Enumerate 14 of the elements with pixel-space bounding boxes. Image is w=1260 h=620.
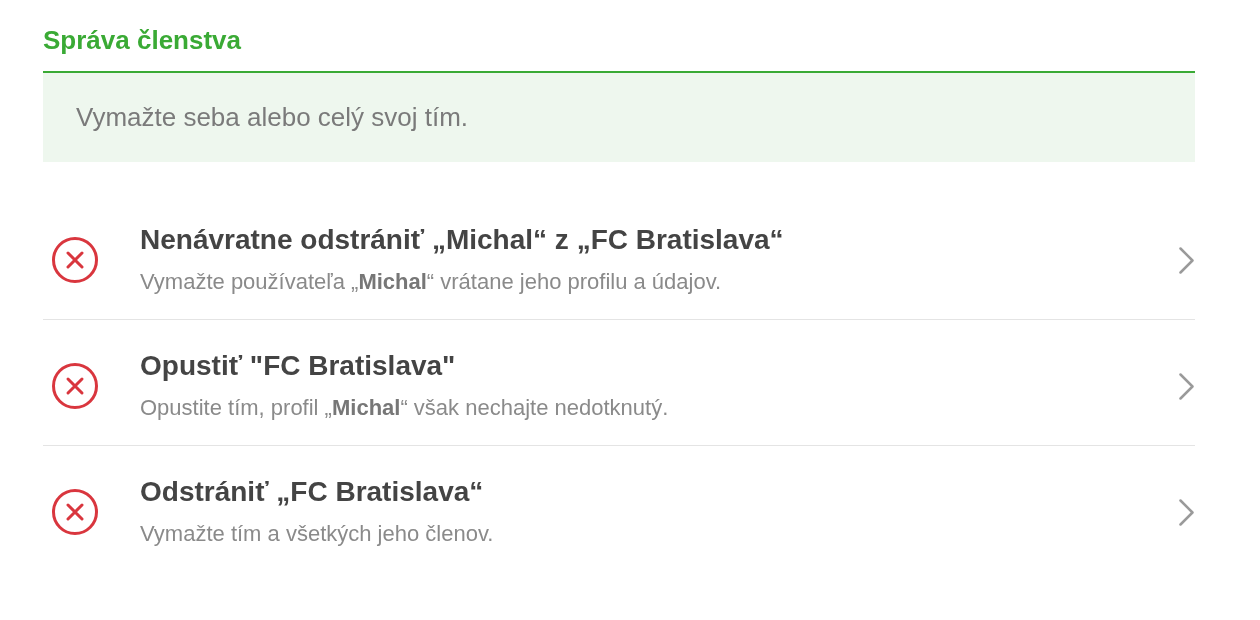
- action-title[interactable]: Odstrániť „FC Bratislava“: [140, 475, 484, 509]
- chevron-right-icon[interactable]: [1179, 246, 1194, 274]
- chevron-right-icon[interactable]: [1179, 372, 1194, 400]
- section-title: Správa členstva: [43, 24, 241, 57]
- chevron-right-icon[interactable]: [1179, 498, 1194, 526]
- action-title[interactable]: Nenávratne odstrániť „Michal“ z „FC Bratislava“: [140, 223, 784, 257]
- action-description: Opustite tím, profil „Michal“ však nechajte nedotknutý.: [140, 394, 669, 422]
- banner-text: Vymažte seba alebo celý svoj tím.: [76, 101, 469, 134]
- x-circle-icon: [52, 489, 98, 535]
- action-title[interactable]: Opustiť "FC Bratislava": [140, 349, 456, 383]
- x-circle-icon: [52, 237, 98, 283]
- action-description: Vymažte používateľa „Michal“ vrátane jeho profilu a údajov.: [140, 268, 722, 296]
- x-circle-icon: [52, 363, 98, 409]
- action-description: Vymažte tím a všetkých jeho členov.: [140, 520, 494, 548]
